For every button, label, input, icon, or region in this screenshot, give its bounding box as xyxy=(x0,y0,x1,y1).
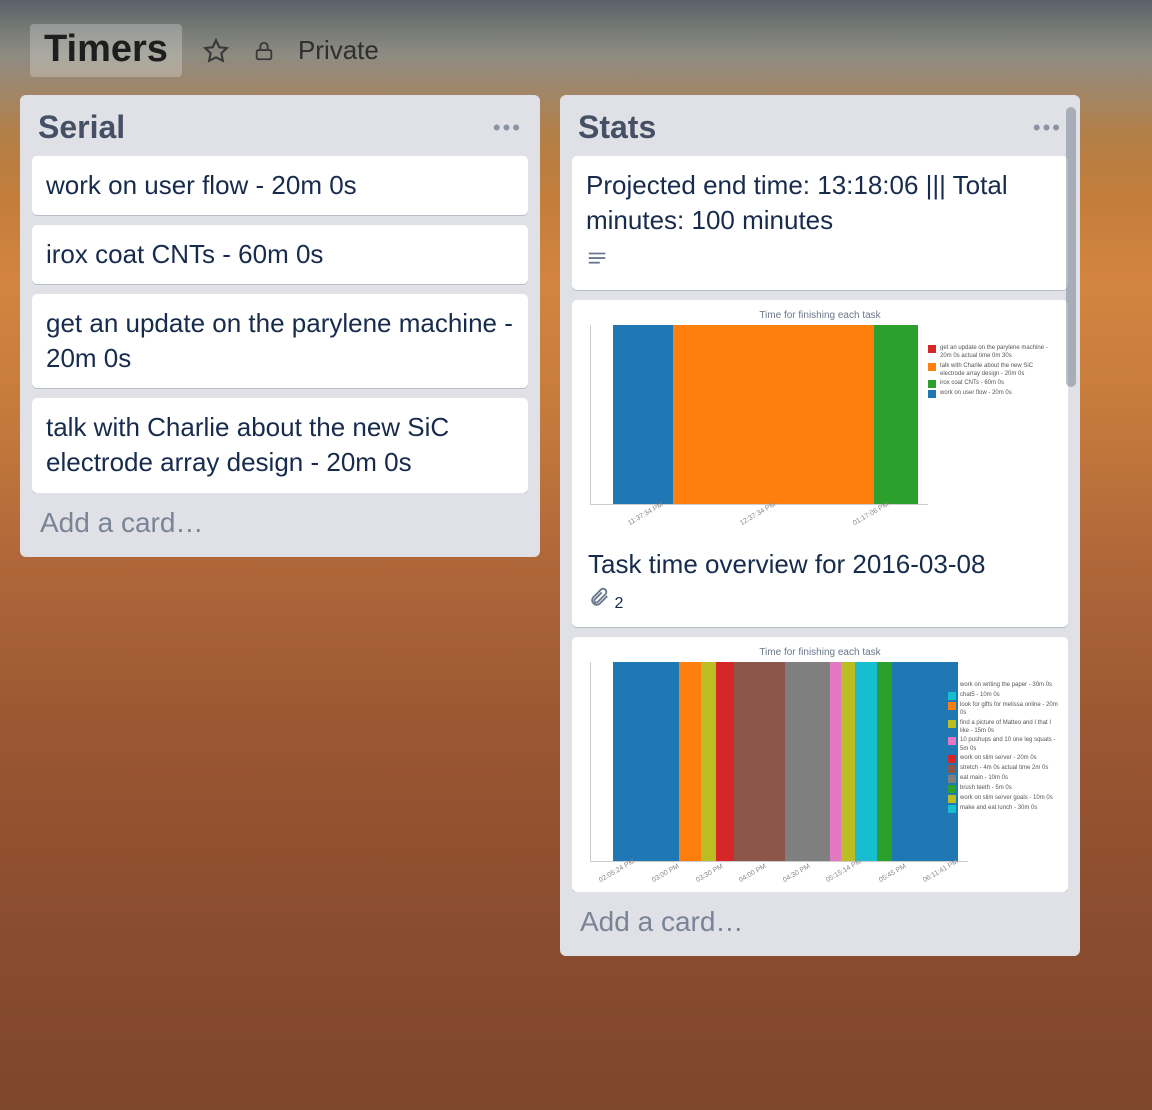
chart-bar xyxy=(877,662,892,861)
chart-canvas: 11:37:34 PM12:37:34 PM01:17:06 PM xyxy=(590,325,928,505)
legend-entry: look for gifts for melissa online - 20m … xyxy=(948,701,1058,718)
legend-entry: irox coat CNTs - 60m 0s xyxy=(928,379,1058,388)
chart-legend: get an update on the parylene machine - … xyxy=(928,344,1058,400)
chart-bar xyxy=(613,325,673,504)
chart-bar xyxy=(841,662,856,861)
card[interactable]: irox coat CNTs - 60m 0s xyxy=(32,225,528,284)
chart-title: Time for finishing each task xyxy=(572,310,1068,321)
card[interactable]: get an update on the parylene machine - … xyxy=(32,294,528,388)
privacy-label[interactable]: Private xyxy=(298,35,379,66)
chart-bar xyxy=(785,662,829,861)
card-chart-1[interactable]: Time for finishing each task 11:37:34 PM… xyxy=(572,300,1068,627)
legend-entry: eat main - 10m 0s xyxy=(948,774,1058,783)
legend-entry: make and eat lunch - 30m 0s xyxy=(948,804,1058,813)
legend-entry: work on user flow - 20m 0s xyxy=(928,389,1058,398)
legend-entry: work on writing the paper - 30m 0s xyxy=(948,681,1058,690)
card[interactable]: work on user flow - 20m 0s xyxy=(32,156,528,215)
board-header: Timers Private xyxy=(0,0,1152,95)
add-card-button[interactable]: Add a card… xyxy=(572,892,1068,944)
chart-bar xyxy=(701,662,716,861)
attachment-icon xyxy=(588,595,614,612)
list-menu-icon[interactable]: ••• xyxy=(1033,115,1062,141)
chart-bar xyxy=(613,662,679,861)
attachment-count: 2 xyxy=(614,595,623,612)
legend-entry: 10 pushups and 10 one leg squats - 5m 0s xyxy=(948,736,1058,753)
chart-canvas: 02:05:24 PM03:00 PM03:30 PM04:00 PM04:30… xyxy=(590,662,968,862)
list-stats: Stats ••• Projected end time: 13:18:06 |… xyxy=(560,95,1080,956)
chart-title: Time for finishing each task xyxy=(572,647,1068,658)
add-card-button[interactable]: Add a card… xyxy=(32,493,528,545)
chart-bar xyxy=(673,325,874,504)
chart-bar xyxy=(830,662,841,861)
legend-entry: brush teeth - 5m 0s xyxy=(948,784,1058,793)
chart-bar xyxy=(716,662,734,861)
description-icon xyxy=(586,248,608,278)
legend-entry: stretch - 4m 0s actual time 2m 0s xyxy=(948,764,1058,773)
board-canvas: Serial ••• work on user flow - 20m 0s ir… xyxy=(0,95,1152,956)
card-text: Task time overview for 2016-03-08 xyxy=(572,535,1068,586)
card-text: Projected end time: 13:18:06 ||| Total m… xyxy=(586,168,1054,238)
legend-entry: chat5 - 10m 0s xyxy=(948,691,1058,700)
list-serial: Serial ••• work on user flow - 20m 0s ir… xyxy=(20,95,540,557)
card-chart-2[interactable]: Time for finishing each task 02:05:24 PM… xyxy=(572,637,1068,892)
legend-entry: talk with Charlie about the new SiC elec… xyxy=(928,362,1058,379)
chart-bar xyxy=(855,662,877,861)
card-projected-end[interactable]: Projected end time: 13:18:06 ||| Total m… xyxy=(572,156,1068,290)
star-icon[interactable] xyxy=(202,37,230,65)
list-menu-icon[interactable]: ••• xyxy=(493,115,522,141)
legend-entry: work on slim server goals - 10m 0s xyxy=(948,794,1058,803)
list-serial-cards: work on user flow - 20m 0s irox coat CNT… xyxy=(32,156,528,493)
list-stats-cards: Projected end time: 13:18:06 ||| Total m… xyxy=(572,156,1068,892)
chart-bar xyxy=(679,662,701,861)
legend-entry: work on slim server - 20m 0s xyxy=(948,754,1058,763)
legend-entry: get an update on the parylene machine - … xyxy=(928,344,1058,361)
card[interactable]: talk with Charlie about the new SiC elec… xyxy=(32,398,528,492)
list-title[interactable]: Stats xyxy=(578,109,656,146)
legend-entry: find a picture of Matteo and I that I li… xyxy=(948,719,1058,736)
lock-icon xyxy=(250,37,278,65)
chart-bar xyxy=(874,325,918,504)
chart-bar xyxy=(734,662,785,861)
board-title[interactable]: Timers xyxy=(30,24,182,77)
list-title[interactable]: Serial xyxy=(38,109,125,146)
chart-legend: work on writing the paper - 30m 0schat5 … xyxy=(948,681,1058,814)
